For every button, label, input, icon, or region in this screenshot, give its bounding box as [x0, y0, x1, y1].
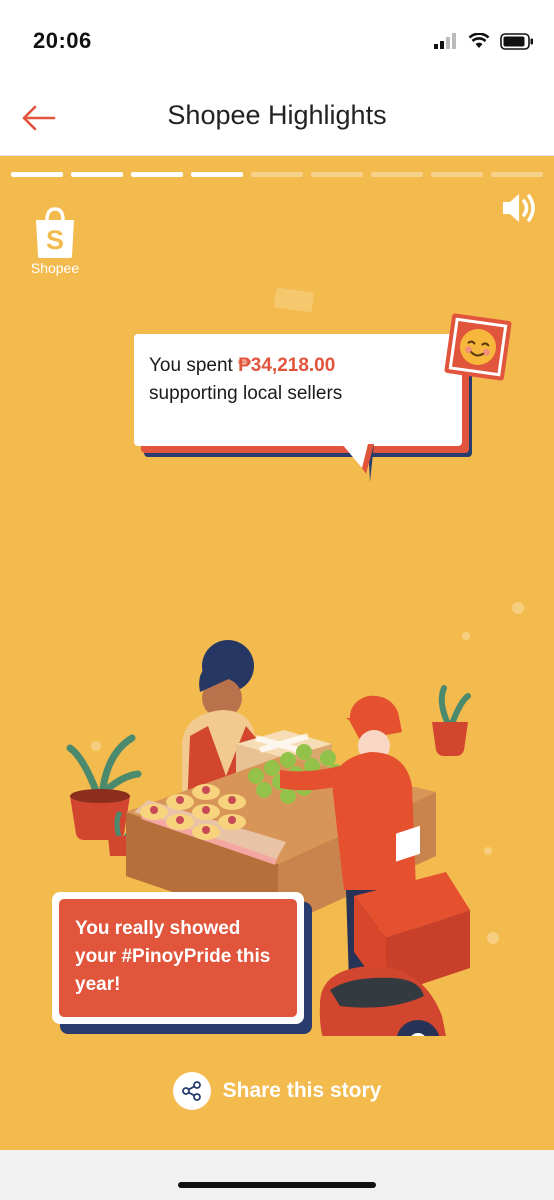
spending-text: You spent ₱34,218.00 supporting local se… — [149, 352, 449, 408]
pride-message-text: You really showed your #PinoyPride this … — [75, 918, 271, 995]
bottom-bar — [0, 1150, 554, 1200]
status-icons — [434, 30, 534, 52]
wifi-icon — [468, 33, 490, 48]
spending-suffix: supporting local sellers — [149, 383, 343, 404]
status-bar: 20:06 — [0, 0, 554, 80]
share-story-label: Share this story — [222, 1079, 382, 1102]
spending-prefix: You spent — [149, 355, 239, 376]
story-view[interactable]: S Shopee You spent ₱34,218.00 supporting… — [0, 156, 554, 1150]
pride-message-inner: You really showed your #PinoyPride this … — [59, 899, 297, 1017]
nav-header: Shopee Highlights — [0, 80, 554, 156]
home-indicator[interactable] — [178, 1182, 376, 1188]
pride-message-card: You really showed your #PinoyPride this … — [52, 892, 304, 1024]
signal-icon — [434, 33, 456, 49]
plant-right-icon — [432, 685, 471, 756]
spending-amount: ₱34,218.00 — [238, 355, 336, 376]
status-time: 20:06 — [33, 28, 92, 53]
spending-bubble: You spent ₱34,218.00 supporting local se… — [134, 334, 462, 446]
emoji-badge — [442, 311, 514, 383]
battery-icon — [500, 32, 533, 50]
share-story-button[interactable]: Share this story — [0, 1070, 554, 1112]
page-title: Shopee Highlights — [167, 100, 387, 130]
share-icon — [172, 1072, 211, 1110]
smiling-face-icon — [444, 313, 512, 381]
